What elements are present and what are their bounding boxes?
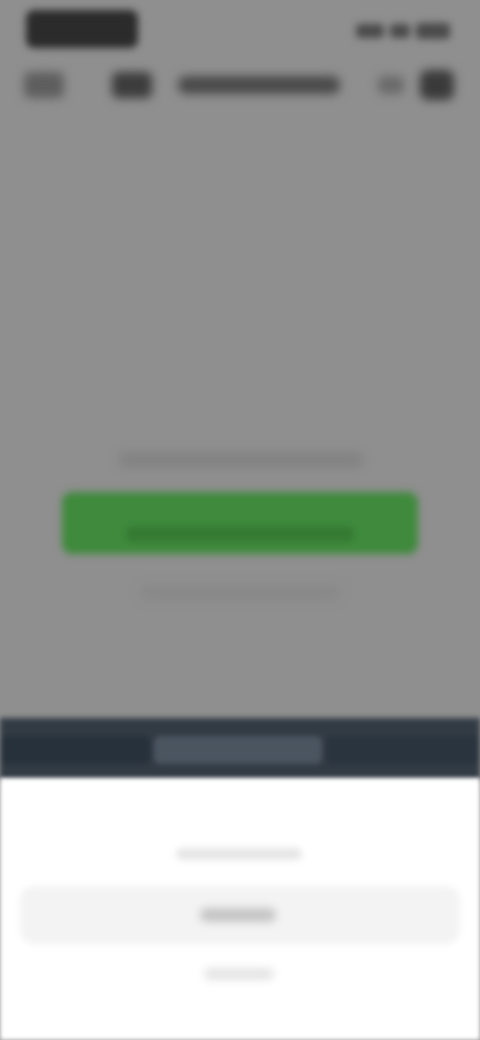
sheet-cancel-button[interactable] (204, 968, 274, 980)
tab-strip (0, 718, 480, 780)
tab-1[interactable] (0, 736, 150, 764)
battery-icon (416, 23, 450, 39)
wifi-icon (390, 24, 410, 38)
bottom-sheet (0, 778, 480, 1040)
sheet-title (176, 848, 302, 860)
app-icon (112, 72, 152, 98)
back-icon[interactable] (24, 72, 64, 98)
status-time (26, 10, 138, 48)
primary-button-label (125, 526, 355, 542)
page-title (178, 76, 340, 94)
sheet-option-label (200, 908, 276, 922)
status-bar (0, 0, 480, 62)
signal-icon (356, 24, 384, 38)
app-bar (0, 62, 480, 110)
sub-hint-text (140, 586, 340, 600)
more-icon[interactable] (420, 70, 454, 100)
hint-text (118, 452, 364, 468)
primary-button[interactable] (62, 492, 418, 554)
screen (0, 0, 480, 1040)
status-icons (354, 20, 450, 42)
secondary-action-icon[interactable] (378, 76, 404, 94)
tab-2[interactable] (154, 736, 322, 764)
tab-3[interactable] (326, 736, 480, 764)
